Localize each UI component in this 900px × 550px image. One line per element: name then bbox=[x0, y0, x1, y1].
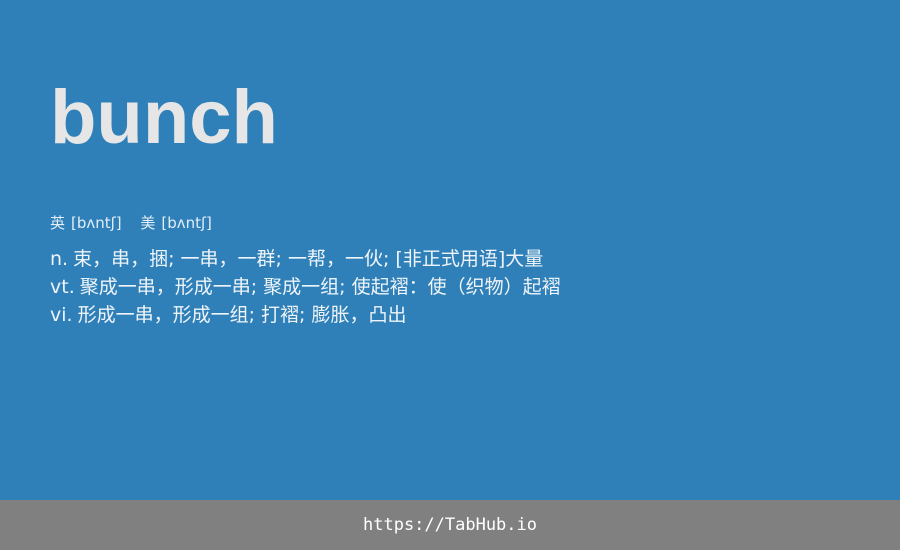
phonetic-uk: 英 [bʌntʃ] bbox=[50, 212, 122, 234]
phonetic-uk-ipa: [bʌntʃ] bbox=[71, 214, 122, 232]
definition-text: 聚成一串，形成一串; 聚成一组; 使起褶：使（织物）起褶 bbox=[79, 276, 561, 298]
phonetic-us-label: 美 bbox=[140, 214, 156, 232]
definitions-list: n. 束，串，捆; 一串，一群; 一帮，一伙; [非正式用语]大量 vt. 聚成一串… bbox=[50, 245, 870, 329]
part-of-speech: n. bbox=[50, 248, 69, 270]
part-of-speech: vt. bbox=[50, 276, 75, 298]
headword: bunch bbox=[50, 75, 278, 160]
definition-intransitive-verb: vi. 形成一串，形成一组; 打褶; 膨胀，凸出 bbox=[50, 301, 870, 329]
definition-noun: n. 束，串，捆; 一串，一群; 一帮，一伙; [非正式用语]大量 bbox=[50, 245, 870, 273]
part-of-speech: vi. bbox=[50, 304, 73, 326]
footer-bar: https://TabHub.io bbox=[0, 500, 900, 550]
definition-text: 形成一串，形成一组; 打褶; 膨胀，凸出 bbox=[77, 304, 407, 326]
footer-link[interactable]: https://TabHub.io bbox=[0, 500, 900, 550]
phonetic-us-ipa: [bʌntʃ] bbox=[161, 214, 212, 232]
definition-transitive-verb: vt. 聚成一串，形成一串; 聚成一组; 使起褶：使（织物）起褶 bbox=[50, 273, 870, 301]
word-card: bunch 英 [bʌntʃ] 美 [bʌntʃ] n. 束，串，捆; 一串，一群; … bbox=[0, 0, 900, 500]
definition-text: 束，串，捆; 一串，一群; 一帮，一伙; [非正式用语]大量 bbox=[73, 248, 544, 270]
phonetics-row: 英 [bʌntʃ] 美 [bʌntʃ] bbox=[50, 212, 226, 234]
phonetic-uk-label: 英 bbox=[50, 214, 66, 232]
phonetic-us: 美 [bʌntʃ] bbox=[140, 212, 212, 234]
